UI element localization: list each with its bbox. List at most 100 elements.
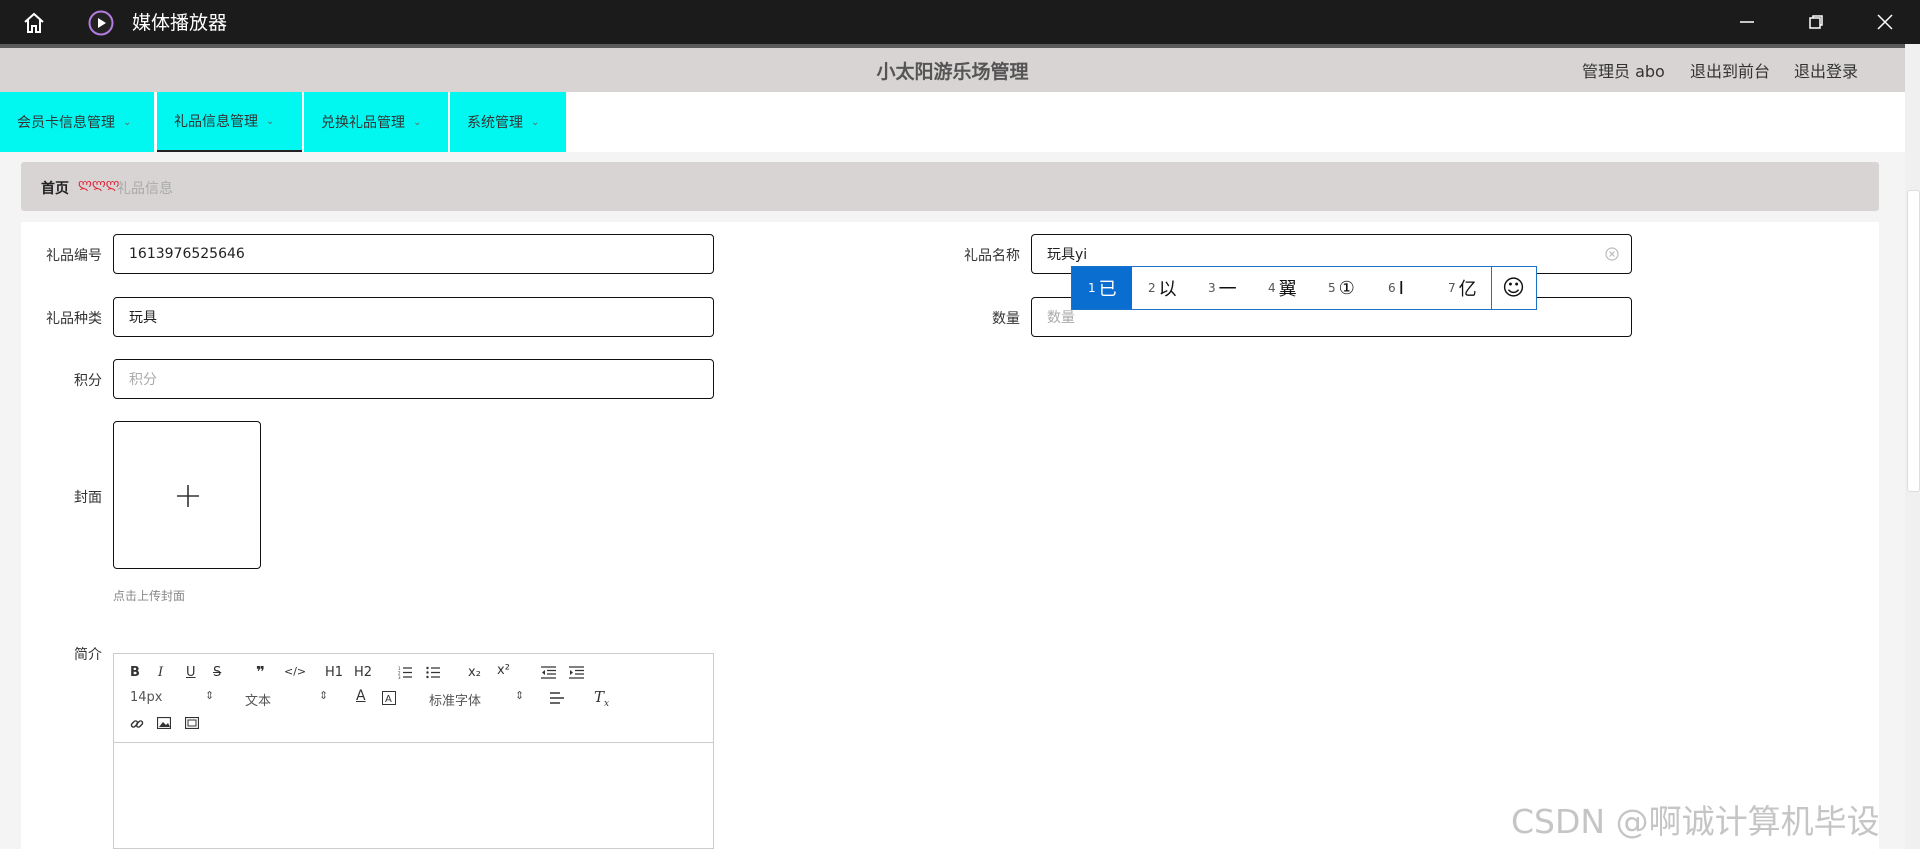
bold-button[interactable]: B [130,665,140,680]
candidate-text: 翼 [1278,279,1297,300]
candidate-number: 4 [1268,281,1276,295]
home-icon[interactable] [22,11,46,35]
font-family-select[interactable]: 标准字体 [429,690,481,709]
gift-type-input[interactable]: 玩具 [113,297,714,337]
cover-upload-box[interactable] [113,421,261,569]
window-title: 媒体播放器 [132,12,228,34]
nav-label: 系统管理 [467,115,523,131]
italic-button[interactable]: I [158,665,163,680]
ime-candidate-5[interactable]: 5① [1312,267,1372,309]
gift-type-label: 礼品种类 [46,311,102,327]
nav-member-card[interactable]: 会员卡信息管理 ⌄ [0,92,154,152]
main-nav: 会员卡信息管理 ⌄ 礼品信息管理 ⌄ 兑换礼品管理 ⌄ 系统管理 ⌄ [0,92,1905,152]
candidate-text: 以 [1158,279,1177,300]
candidate-number: 3 [1208,281,1216,295]
candidate-text: 亿 [1458,279,1477,300]
chevron-down-icon: ⌄ [123,116,132,128]
restore-button[interactable] [1781,0,1851,44]
bullet-list-icon[interactable] [426,666,440,679]
candidate-text: Ⅰ [1398,277,1404,299]
candidate-text: 一 [1218,279,1237,300]
svg-text:A: A [385,694,392,705]
window-titlebar: 媒体播放器 [0,0,1920,44]
image-icon[interactable] [157,717,171,729]
candidate-text: 已 [1098,279,1117,300]
h2-button[interactable]: H2 [354,665,372,680]
minimize-button[interactable] [1712,0,1782,44]
media-player-icon [88,10,114,36]
cover-label: 封面 [74,490,102,506]
indent-icon[interactable] [569,666,584,679]
ime-candidate-4[interactable]: 4翼 [1252,267,1312,309]
scrollbar-thumb[interactable] [1907,190,1920,492]
candidate-number: 2 [1148,281,1156,295]
ime-candidate-popup: 1已 2以 3一 4翼 5① 6Ⅰ 7亿 ☺ [1071,266,1537,310]
background-color-icon[interactable]: A [382,691,396,705]
underline-button[interactable]: U [186,665,196,680]
clear-icon[interactable] [1605,247,1619,261]
nav-label: 会员卡信息管理 [17,115,115,131]
ime-candidate-2[interactable]: 2以 [1132,267,1192,309]
ime-candidate-7[interactable]: 7亿 [1432,267,1491,309]
strike-button[interactable]: S [213,665,221,680]
breadcrumb-home[interactable]: 首页 [41,178,69,198]
h1-button[interactable]: H1 [325,665,343,680]
minimize-icon [1740,21,1754,23]
font-color-icon[interactable]: A [356,688,366,704]
ime-candidate-3[interactable]: 3一 [1192,267,1252,309]
quantity-label: 数量 [992,311,1020,327]
gift-name-label: 礼品名称 [964,248,1020,264]
app-header: 小太阳游乐场管理 管理员 abo 退出到前台 退出登录 [0,44,1905,92]
svg-text:3: 3 [398,675,401,679]
restore-icon [1809,15,1823,29]
link-icon[interactable] [130,717,144,731]
select-arrows-icon: ⇕ [515,689,525,702]
points-label: 积分 [74,373,102,389]
intro-label: 简介 [74,647,102,663]
gift-no-input[interactable]: 1613976525646 [113,234,714,274]
font-size-select[interactable]: 14px [130,690,163,705]
nav-label: 礼品信息管理 [174,114,258,130]
outdent-icon[interactable] [541,666,556,679]
chevron-down-icon: ⌄ [531,116,540,128]
nav-system[interactable]: 系统管理 ⌄ [450,92,566,152]
close-button[interactable] [1850,0,1920,44]
video-icon[interactable] [185,717,199,729]
breadcrumb-separator: ლლლ [78,177,120,192]
nav-label: 兑换礼品管理 [321,115,405,131]
block-type-select[interactable]: 文本 [245,690,271,709]
cover-hint: 点击上传封面 [113,589,186,603]
candidate-number: 7 [1448,281,1456,295]
ime-candidate-6[interactable]: 6Ⅰ [1372,267,1432,309]
smiley-icon: ☺ [1502,275,1525,301]
plus-icon [177,485,199,507]
ime-candidate-1[interactable]: 1已 [1072,267,1132,309]
watermark: CSDN @啊诚计算机毕设 [1511,802,1880,841]
nav-exchange-gift[interactable]: 兑换礼品管理 ⌄ [304,92,448,152]
superscript-button[interactable]: x² [497,663,510,678]
chevron-down-icon: ⌄ [266,115,275,127]
gift-name-value: 玩具yi [1047,247,1088,263]
points-input[interactable]: 积分 [113,359,714,399]
code-icon[interactable]: </> [284,665,306,678]
gift-no-label: 礼品编号 [46,248,102,264]
ime-emoji-button[interactable]: ☺ [1491,267,1535,309]
chevron-down-icon: ⌄ [413,116,422,128]
subscript-button[interactable]: x₂ [468,665,481,680]
quote-icon[interactable]: ❞ [256,663,265,681]
breadcrumb: 首页 ლლლ 礼品信息 [21,162,1879,211]
close-icon [1877,14,1893,30]
breadcrumb-current: 礼品信息 [117,181,173,197]
rich-text-editor: B I U S ❞ </> H1 H2 123 x₂ x² 14px ⇕ 文本 … [113,653,714,849]
exit-to-frontend-link[interactable]: 退出到前台 [1690,58,1770,82]
editor-toolbar: B I U S ❞ </> H1 H2 123 x₂ x² 14px ⇕ 文本 … [114,654,713,743]
ordered-list-icon[interactable]: 123 [398,666,412,679]
select-arrows-icon: ⇕ [319,689,329,702]
candidate-text: ① [1338,277,1355,299]
nav-gift-info[interactable]: 礼品信息管理 ⌄ [157,92,302,152]
align-left-icon[interactable] [550,692,564,704]
admin-label: 管理员 abo [1582,62,1665,81]
logout-link[interactable]: 退出登录 [1794,58,1858,82]
clear-format-icon[interactable]: Tx [594,688,609,709]
candidate-number: 6 [1388,281,1396,295]
